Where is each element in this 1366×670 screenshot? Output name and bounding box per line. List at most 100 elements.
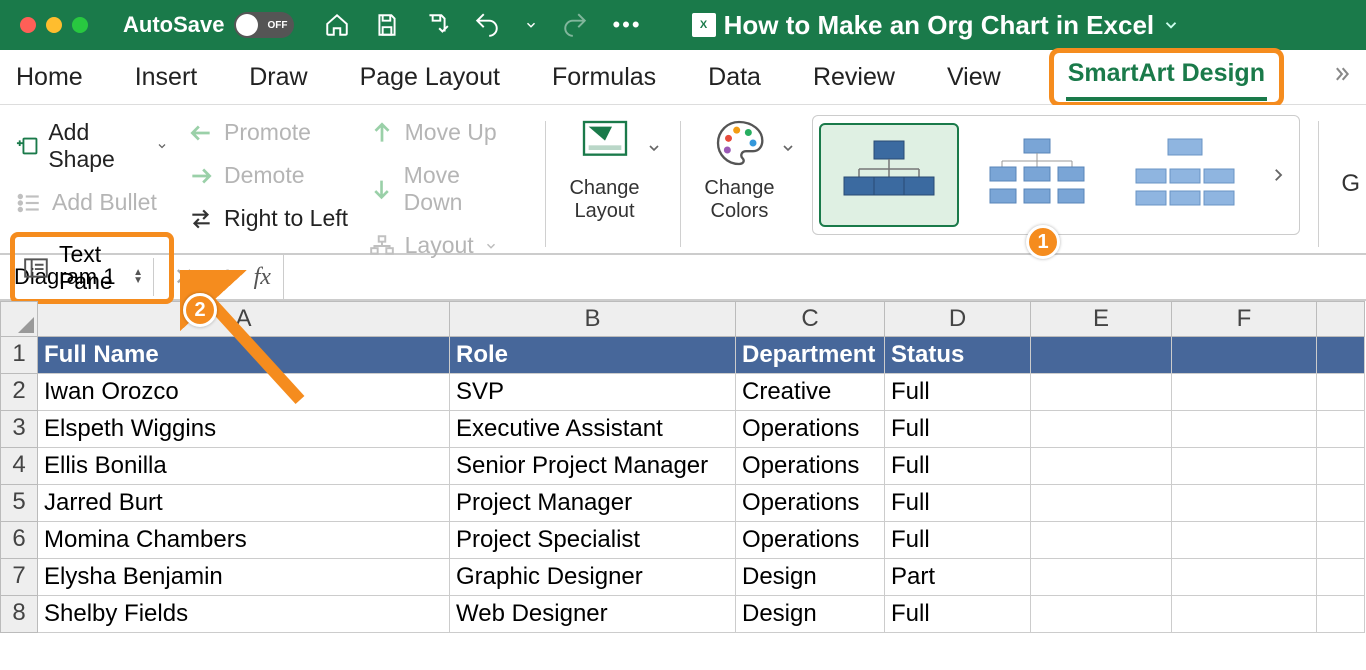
col-header-d[interactable]: D — [885, 301, 1031, 337]
cell[interactable]: Senior Project Manager — [450, 448, 736, 485]
cell[interactable] — [1031, 559, 1172, 596]
cell[interactable] — [1172, 522, 1317, 559]
cell[interactable] — [1317, 448, 1365, 485]
save-as-icon[interactable] — [424, 12, 450, 38]
chevron-down-icon[interactable] — [780, 135, 796, 161]
gallery-next-icon[interactable] — [1263, 163, 1293, 187]
row-header[interactable]: 3 — [0, 411, 38, 448]
cell[interactable]: Project Manager — [450, 485, 736, 522]
tab-insert[interactable]: Insert — [131, 55, 202, 100]
minimize-window[interactable] — [46, 17, 62, 33]
cell[interactable]: Elysha Benjamin — [38, 559, 450, 596]
tab-data[interactable]: Data — [704, 55, 765, 100]
cell[interactable]: Department — [736, 337, 885, 374]
home-icon[interactable] — [324, 12, 350, 38]
more-commands-icon[interactable]: ••• — [612, 12, 641, 38]
cell[interactable] — [1172, 411, 1317, 448]
row-header[interactable]: 4 — [0, 448, 38, 485]
cell[interactable]: Full — [885, 485, 1031, 522]
cell[interactable]: Full — [885, 522, 1031, 559]
cell[interactable]: Ellis Bonilla — [38, 448, 450, 485]
row-header[interactable]: 5 — [0, 485, 38, 522]
cell[interactable]: Operations — [736, 522, 885, 559]
ribbon-tabs-overflow-icon[interactable] — [1328, 63, 1354, 91]
cell[interactable] — [1031, 448, 1172, 485]
undo-icon[interactable] — [474, 12, 500, 38]
gallery-item-1[interactable] — [819, 123, 959, 227]
redo-icon[interactable] — [562, 12, 588, 38]
tab-smartart-design[interactable]: SmartArt Design — [1064, 51, 1269, 95]
save-icon[interactable] — [374, 12, 400, 38]
cell[interactable] — [1031, 596, 1172, 633]
col-header-g[interactable] — [1317, 301, 1365, 337]
cell[interactable]: Project Specialist — [450, 522, 736, 559]
cell[interactable] — [1317, 485, 1365, 522]
tab-home[interactable]: Home — [12, 55, 87, 100]
cell[interactable]: Design — [736, 596, 885, 633]
row-header[interactable]: 2 — [0, 374, 38, 411]
cell[interactable]: Jarred Burt — [38, 485, 450, 522]
cell[interactable]: Elspeth Wiggins — [38, 411, 450, 448]
col-header-c[interactable]: C — [736, 301, 885, 337]
tab-review[interactable]: Review — [809, 55, 899, 100]
tab-page-layout[interactable]: Page Layout — [356, 55, 504, 100]
col-header-e[interactable]: E — [1031, 301, 1172, 337]
text-pane-label[interactable]: Text Pane — [59, 241, 161, 295]
cell[interactable]: Design — [736, 559, 885, 596]
cell[interactable]: Full — [885, 596, 1031, 633]
cell[interactable] — [1172, 337, 1317, 374]
tab-draw[interactable]: Draw — [245, 55, 311, 100]
cell[interactable]: Role — [450, 337, 736, 374]
cell[interactable]: Full — [885, 411, 1031, 448]
cell[interactable] — [1031, 485, 1172, 522]
cell[interactable]: Full — [885, 374, 1031, 411]
cell[interactable] — [1031, 374, 1172, 411]
cell[interactable]: Operations — [736, 448, 885, 485]
chevron-down-icon[interactable] — [646, 135, 662, 161]
cell[interactable]: Shelby Fields — [38, 596, 450, 633]
gallery-item-3[interactable] — [1115, 123, 1255, 227]
cell[interactable]: Part — [885, 559, 1031, 596]
cell[interactable]: Full — [885, 448, 1031, 485]
undo-dropdown-icon[interactable] — [524, 12, 538, 38]
cell[interactable]: Web Designer — [450, 596, 736, 633]
cell[interactable] — [1317, 337, 1365, 374]
autosave-toggle[interactable]: OFF — [234, 12, 294, 38]
cell[interactable]: Operations — [736, 411, 885, 448]
cell[interactable]: Graphic Designer — [450, 559, 736, 596]
col-header-f[interactable]: F — [1172, 301, 1317, 337]
cell[interactable] — [1172, 485, 1317, 522]
title-dropdown-icon[interactable] — [1162, 16, 1180, 34]
cell[interactable]: Creative — [736, 374, 885, 411]
select-all-corner[interactable] — [0, 301, 38, 337]
cell[interactable] — [1172, 559, 1317, 596]
cell[interactable] — [1317, 411, 1365, 448]
right-to-left-button[interactable]: Right to Left — [182, 201, 355, 236]
close-window[interactable] — [20, 17, 36, 33]
document-title[interactable]: How to Make an Org Chart in Excel — [724, 10, 1155, 41]
cell[interactable] — [1317, 522, 1365, 559]
cell[interactable] — [1031, 522, 1172, 559]
tab-view[interactable]: View — [943, 55, 1005, 100]
row-header[interactable]: 1 — [0, 337, 38, 374]
cell[interactable]: SVP — [450, 374, 736, 411]
cell[interactable] — [1031, 411, 1172, 448]
cell[interactable]: Status — [885, 337, 1031, 374]
cell[interactable] — [1317, 374, 1365, 411]
cell[interactable] — [1172, 374, 1317, 411]
row-header[interactable]: 6 — [0, 522, 38, 559]
add-shape-button[interactable]: Add Shape — [10, 115, 174, 177]
tab-formulas[interactable]: Formulas — [548, 55, 660, 100]
gallery-item-2[interactable] — [967, 123, 1107, 227]
maximize-window[interactable] — [72, 17, 88, 33]
change-layout-button[interactable]: Change Layout — [563, 115, 645, 223]
cell[interactable] — [1172, 596, 1317, 633]
row-header[interactable]: 8 — [0, 596, 38, 633]
cell[interactable]: Executive Assistant — [450, 411, 736, 448]
change-colors-button[interactable]: Change Colors — [698, 115, 780, 223]
row-header[interactable]: 7 — [0, 559, 38, 596]
cell[interactable] — [1031, 337, 1172, 374]
cell[interactable]: Momina Chambers — [38, 522, 450, 559]
cell[interactable] — [1317, 596, 1365, 633]
col-header-b[interactable]: B — [450, 301, 736, 337]
